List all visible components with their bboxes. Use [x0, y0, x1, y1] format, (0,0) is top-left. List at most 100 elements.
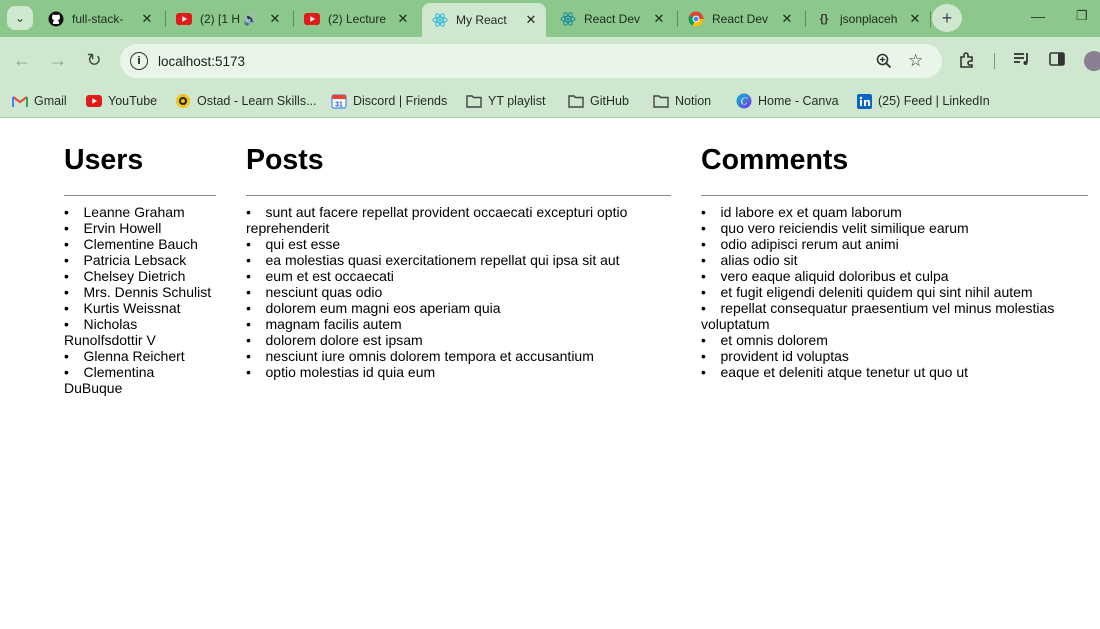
user-item: Patricia Lebsack [64, 252, 216, 268]
extensions-icon[interactable] [958, 51, 976, 74]
close-icon[interactable]: ✕ [906, 11, 924, 27]
users-list: Leanne Graham Ervin Howell Clementine Ba… [64, 204, 216, 396]
comment-item: odio adipisci rerum aut animi [701, 236, 1088, 252]
bookmark-label: Discord | Friends [353, 94, 448, 108]
profile-avatar[interactable] [1084, 51, 1100, 71]
back-icon[interactable]: ← [11, 49, 33, 71]
bookmark-ostad[interactable]: Ostad - Learn Skills... [175, 91, 317, 111]
comment-item: repellat consequatur praesentium vel min… [701, 300, 1088, 332]
comment-item: eaque et deleniti atque tenetur ut quo u… [701, 364, 1088, 380]
zoom-icon[interactable] [876, 44, 892, 78]
close-icon[interactable]: ✕ [266, 11, 284, 27]
bookmark-label: GitHub [590, 94, 629, 108]
post-item: nesciunt quas odio [246, 284, 671, 300]
tab-lecture[interactable]: (2) Lecture ✕ [294, 5, 418, 32]
gmail-icon [12, 93, 28, 109]
bookmark-label: Gmail [34, 94, 67, 108]
posts-section: Posts sunt aut facere repellat provident… [246, 118, 671, 380]
tab-jsonplaceholder[interactable]: {} jsonplaceh ✕ [806, 5, 930, 32]
side-panel-icon[interactable] [1049, 51, 1065, 72]
site-info-icon[interactable]: i [130, 52, 148, 70]
user-item: Ervin Howell [64, 220, 216, 236]
user-item: Leanne Graham [64, 204, 216, 220]
bookmark-discord[interactable]: 31 Discord | Friends [331, 91, 447, 111]
bookmark-folder-notion[interactable]: Notion [653, 91, 711, 111]
chrome-icon [688, 11, 704, 27]
comments-section: Comments id labore ex et quam laborum qu… [701, 118, 1088, 380]
bookmark-canva[interactable]: C Home - Canva [736, 91, 839, 111]
post-item: ea molestias quasi exercitationem repell… [246, 252, 671, 268]
speaker-icon[interactable]: 🔊 [243, 12, 258, 26]
tab-title: full-stack- [72, 11, 124, 26]
tab-title: (2) [1 H [200, 11, 241, 26]
post-item: eum et est occaecati [246, 268, 671, 284]
bookmark-label: (25) Feed | LinkedIn [878, 94, 990, 108]
folder-icon [653, 93, 669, 109]
post-item: optio molestias id quia eum [246, 364, 671, 380]
bookmark-label: Ostad - Learn Skills... [197, 94, 317, 108]
json-icon: {} [819, 12, 829, 25]
reload-icon[interactable]: ↻ [83, 49, 105, 71]
svg-text:31: 31 [335, 102, 343, 109]
comment-item: et fugit eligendi deleniti quidem qui si… [701, 284, 1088, 300]
user-item: Glenna Reichert [64, 348, 216, 364]
github-icon [48, 11, 64, 27]
minimize-icon[interactable]: — [1031, 8, 1045, 24]
comment-item: et omnis dolorem [701, 332, 1088, 348]
youtube-icon [176, 11, 192, 27]
user-item: Nicholas Runolfsdottir V [64, 316, 216, 348]
bookmark-label: Notion [675, 94, 712, 108]
close-icon[interactable]: ✕ [138, 11, 156, 27]
comment-item: vero eaque aliquid doloribus et culpa [701, 268, 1088, 284]
user-item: Chelsey Dietrich [64, 268, 216, 284]
bookmark-label: Home - Canva [758, 94, 839, 108]
close-icon[interactable]: ✕ [778, 11, 796, 27]
users-section: Users Leanne Graham Ervin Howell Clement… [64, 118, 216, 396]
folder-icon [568, 93, 584, 109]
tab-divider [930, 11, 931, 27]
comment-item: provident id voluptas [701, 348, 1088, 364]
posts-divider [246, 195, 671, 196]
posts-heading: Posts [246, 144, 324, 176]
tab-react-dev-2[interactable]: React Dev ✕ [678, 5, 802, 32]
user-item: Kurtis Weissnat [64, 300, 216, 316]
comments-list: id labore ex et quam laborum quo vero re… [701, 204, 1088, 380]
plus-icon: + [941, 7, 953, 28]
bookmark-star-icon[interactable]: ☆ [908, 44, 923, 78]
comment-item: id labore ex et quam laborum [701, 204, 1088, 220]
close-icon[interactable]: ✕ [394, 11, 412, 27]
toolbar: ← → ↻ i localhost:5173 ☆ [0, 37, 1100, 84]
folder-icon [466, 93, 482, 109]
new-tab-button[interactable]: + [932, 4, 962, 32]
close-icon[interactable]: ✕ [522, 12, 540, 28]
toolbar-divider [994, 53, 995, 69]
tab-title: jsonplaceh [840, 11, 898, 26]
tab-search-chevron-icon[interactable]: ⌄ [7, 6, 33, 30]
bookmark-folder-github[interactable]: GitHub [568, 91, 629, 111]
tab-react-dev-1[interactable]: React Dev ✕ [550, 5, 674, 32]
tab-my-react[interactable]: My React ✕ [422, 3, 546, 37]
bookmark-gmail[interactable]: Gmail [12, 91, 67, 111]
post-item: qui est esse [246, 236, 671, 252]
tab-title: React Dev [712, 11, 769, 26]
tab-youtube-audio[interactable]: (2) [1 H 🔊 ✕ [166, 5, 290, 32]
restore-icon[interactable]: ❐ [1076, 8, 1088, 24]
post-item: sunt aut facere repellat provident occae… [246, 204, 671, 236]
address-bar[interactable]: i localhost:5173 ☆ [120, 44, 942, 78]
post-item: magnam facilis autem [246, 316, 671, 332]
url-text[interactable]: localhost:5173 [158, 54, 245, 69]
forward-icon[interactable]: → [47, 49, 69, 71]
linkedin-icon [856, 93, 872, 109]
bookmark-folder-yt-playlist[interactable]: YT playlist [466, 91, 545, 111]
tab-title: React Dev [584, 11, 641, 26]
media-control-icon[interactable] [1013, 51, 1031, 72]
user-item: Mrs. Dennis Schulist [64, 284, 216, 300]
user-item: Clementine Bauch [64, 236, 216, 252]
user-item: Clementina DuBuque [64, 364, 216, 396]
bookmark-linkedin[interactable]: (25) Feed | LinkedIn [856, 91, 990, 111]
bookmark-youtube[interactable]: YouTube [86, 91, 157, 111]
post-item: dolorem eum magni eos aperiam quia [246, 300, 671, 316]
calendar-icon: 31 [331, 93, 347, 109]
close-icon[interactable]: ✕ [650, 11, 668, 27]
tab-full-stack[interactable]: full-stack- ✕ [38, 5, 162, 32]
